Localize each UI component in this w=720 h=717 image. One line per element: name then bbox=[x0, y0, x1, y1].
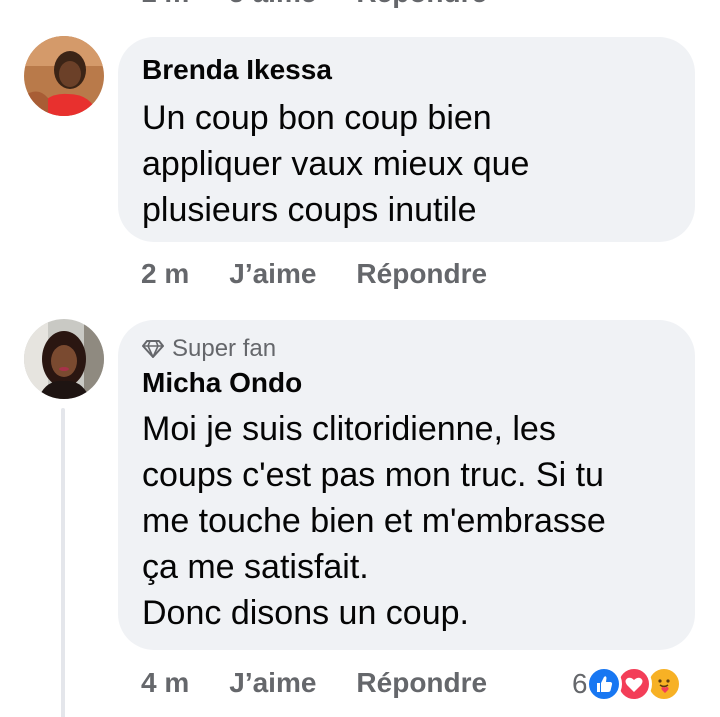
badge-label: Super fan bbox=[172, 335, 277, 362]
diamond-icon bbox=[142, 340, 164, 358]
reply-button[interactable]: Répondre bbox=[356, 258, 487, 290]
comment-actions: 4 m J’aime Répondre bbox=[141, 667, 487, 699]
comment-bubble: Super fan Micha Ondo Moi je suis clitori… bbox=[118, 320, 695, 650]
avatar[interactable] bbox=[24, 36, 104, 116]
avatar[interactable] bbox=[24, 319, 104, 399]
previous-reply-button[interactable]: Répondre bbox=[356, 0, 487, 9]
comment-actions: 2 m J’aime Répondre bbox=[141, 258, 487, 290]
super-fan-badge[interactable]: Super fan bbox=[142, 334, 671, 364]
previous-like-button[interactable]: J’aime bbox=[229, 0, 316, 9]
like-button[interactable]: J’aime bbox=[229, 258, 316, 290]
comment-time[interactable]: 2 m bbox=[141, 258, 189, 290]
comments-thread: 1 m J’aime Répondre Brenda Ikessa Un cou… bbox=[0, 0, 720, 717]
comment-author[interactable]: Brenda Ikessa bbox=[142, 53, 671, 87]
like-button[interactable]: J’aime bbox=[229, 667, 316, 699]
profile-photo-micha bbox=[24, 319, 104, 399]
reaction-summary[interactable]: 6 bbox=[572, 664, 682, 704]
comment-bubble: Brenda Ikessa Un coup bon coup bien appl… bbox=[118, 37, 695, 242]
profile-photo-brenda bbox=[24, 36, 104, 116]
comment-text: Un coup bon coup bien appliquer vaux mie… bbox=[142, 99, 530, 229]
comment-time[interactable]: 4 m bbox=[141, 667, 189, 699]
like-icon bbox=[585, 666, 622, 702]
comment-author[interactable]: Micha Ondo bbox=[142, 366, 671, 400]
reply-thread-line bbox=[61, 408, 65, 717]
reply-button[interactable]: Répondre bbox=[356, 667, 487, 699]
previous-comment-time: 1 m bbox=[141, 0, 189, 9]
comment-text: Moi je suis clitoridienne, les coups c'e… bbox=[142, 410, 606, 632]
previous-comment-actions: 1 m J’aime Répondre bbox=[141, 0, 527, 8]
